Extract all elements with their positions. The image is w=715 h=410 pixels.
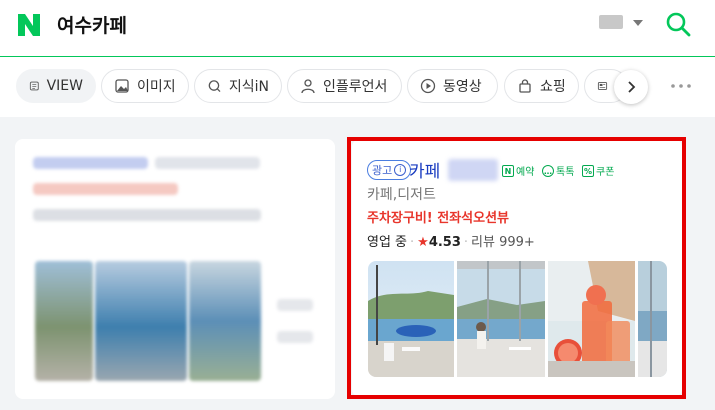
tab-label: 이미지: [137, 79, 176, 95]
blurred-photo: [95, 261, 187, 381]
tab-shopping[interactable]: 쇼핑: [504, 69, 579, 103]
news-icon: [597, 82, 608, 90]
tab-label: 쇼핑: [540, 79, 566, 95]
blurred-text: [33, 209, 261, 221]
tab-influencer[interactable]: 인플루언서: [287, 69, 402, 103]
blurred-photo: [35, 261, 93, 381]
image-icon: [115, 79, 129, 93]
blurred-text: [277, 299, 313, 311]
blurred-text: [33, 183, 178, 195]
shopping-bag-icon: [519, 79, 531, 93]
keyboard-icon[interactable]: [599, 15, 623, 29]
ad-highlight-frame: [347, 137, 686, 399]
search-header: 여수카페: [0, 0, 715, 57]
tab-image[interactable]: 이미지: [101, 69, 189, 103]
chevron-right-icon: [628, 81, 636, 93]
blurred-text: [155, 157, 260, 169]
search-icon[interactable]: [665, 11, 691, 37]
view-icon: [29, 81, 39, 91]
tab-label: VIEW: [46, 78, 83, 94]
search-query[interactable]: 여수카페: [57, 11, 127, 38]
tab-view[interactable]: VIEW: [16, 69, 96, 103]
blurred-photo: [189, 261, 261, 381]
tab-label: 인플루언서: [323, 79, 388, 95]
blurred-title: [33, 157, 148, 169]
person-icon: [301, 79, 315, 94]
tab-label: 지식iN: [228, 79, 269, 95]
naver-n-logo-icon[interactable]: [16, 12, 42, 38]
tabs-next-button[interactable]: [614, 70, 648, 104]
chevron-down-icon[interactable]: [633, 20, 643, 26]
blurred-result-card: [15, 139, 335, 399]
tab-video[interactable]: 동영상: [407, 69, 498, 103]
tab-label: 동영상: [443, 79, 482, 95]
search-tabs: VIEW 이미지 지식iN 인플루언서 동영상 쇼핑: [0, 57, 715, 117]
tab-knowledge[interactable]: 지식iN: [194, 69, 282, 103]
blurred-text: [277, 331, 313, 343]
play-icon: [420, 78, 436, 94]
more-options-icon[interactable]: [669, 78, 693, 94]
knowledge-icon: [208, 80, 221, 93]
